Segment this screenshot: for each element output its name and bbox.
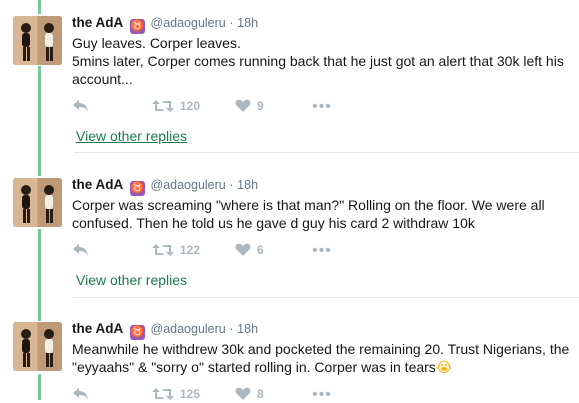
separator: ·	[229, 322, 234, 336]
taurus-icon: ♉	[129, 181, 145, 196]
heart-icon	[235, 243, 251, 256]
thread-line	[38, 229, 41, 321]
reply-button[interactable]	[72, 99, 90, 113]
tweet-text: Corper was screaming "where is that man?…	[72, 197, 545, 231]
tweet-text: Guy leaves. Corper leaves. 5mins later, …	[72, 35, 564, 87]
reply-icon	[73, 244, 88, 256]
more-icon: •••	[312, 386, 332, 403]
view-other-replies-link[interactable]: View other replies	[76, 272, 187, 288]
retweet-count: 120	[180, 99, 201, 113]
username-handle[interactable]: @adaoguleru	[151, 322, 226, 336]
avatar[interactable]	[13, 16, 62, 65]
tweet-header: the AdA ♉ @adaoguleru · 18h	[72, 321, 258, 340]
retweet-button[interactable]: 122	[152, 243, 200, 257]
display-name[interactable]: the AdA	[72, 15, 123, 30]
retweet-icon	[152, 244, 174, 256]
display-name[interactable]: the AdA	[72, 321, 123, 336]
like-count: 6	[257, 243, 264, 257]
thread-line	[38, 0, 41, 14]
reply-button[interactable]	[72, 387, 90, 401]
display-name[interactable]: the AdA	[72, 177, 123, 192]
crying-emoji-icon: 😭	[435, 360, 453, 376]
reply-button[interactable]	[72, 243, 90, 257]
retweet-count: 122	[180, 243, 201, 257]
avatar[interactable]	[13, 322, 62, 371]
more-button[interactable]: •••	[312, 243, 332, 259]
view-other-replies-link[interactable]: View other replies	[76, 128, 187, 144]
taurus-icon: ♉	[129, 19, 145, 34]
more-button[interactable]: •••	[312, 387, 332, 403]
thread-line	[38, 66, 41, 176]
separator: ·	[229, 178, 234, 192]
tweet-header: the AdA ♉ @adaoguleru · 18h	[72, 15, 258, 34]
retweet-icon	[152, 100, 174, 112]
more-icon: •••	[312, 242, 332, 259]
like-button[interactable]: 9	[235, 99, 264, 113]
thread-line	[38, 374, 41, 400]
like-button[interactable]: 6	[235, 243, 264, 257]
reply-icon	[73, 100, 88, 112]
retweet-count: 125	[180, 387, 201, 401]
like-count: 9	[257, 99, 264, 113]
divider	[74, 152, 579, 153]
tweet-text: Meanwhile he withdrew 30k and pocketed t…	[72, 340, 572, 377]
avatar[interactable]	[13, 178, 62, 227]
more-button[interactable]: •••	[312, 99, 332, 115]
divider	[74, 297, 579, 298]
username-handle[interactable]: @adaoguleru	[151, 16, 226, 30]
timestamp[interactable]: 18h	[237, 178, 258, 192]
tweet-header: the AdA ♉ @adaoguleru · 18h	[72, 177, 258, 196]
reply-icon	[73, 388, 88, 400]
more-icon: •••	[312, 98, 332, 115]
username-handle[interactable]: @adaoguleru	[151, 178, 226, 192]
heart-icon	[235, 99, 251, 112]
heart-icon	[235, 387, 251, 400]
retweet-button[interactable]: 120	[152, 99, 200, 113]
like-button[interactable]: 8	[235, 387, 264, 401]
separator: ·	[229, 16, 234, 30]
timestamp[interactable]: 18h	[237, 16, 258, 30]
retweet-button[interactable]: 125	[152, 387, 200, 401]
taurus-icon: ♉	[129, 325, 145, 340]
retweet-icon	[152, 388, 174, 400]
like-count: 8	[257, 387, 264, 401]
tweet-text-content: Meanwhile he withdrew 30k and pocketed t…	[72, 341, 570, 375]
timestamp[interactable]: 18h	[237, 322, 258, 336]
